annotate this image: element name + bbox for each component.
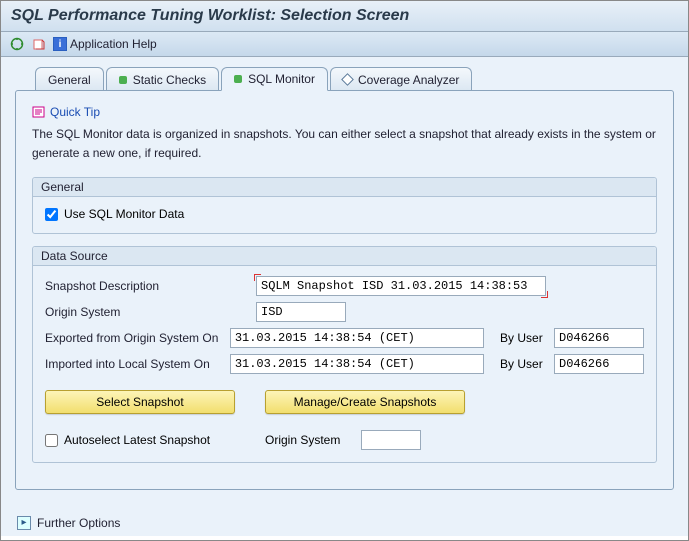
further-options-label: Further Options bbox=[37, 516, 120, 530]
further-options-toggle[interactable]: ▸ Further Options bbox=[17, 516, 120, 530]
group-data-source: Data Source Snapshot Description Origin … bbox=[32, 246, 657, 463]
application-help-label: Application Help bbox=[70, 37, 157, 51]
select-snapshot-button[interactable]: Select Snapshot bbox=[45, 390, 235, 414]
imported-on-label: Imported into Local System On bbox=[45, 357, 224, 371]
variant-icon[interactable] bbox=[31, 36, 47, 52]
tab-panel: Quick Tip The SQL Monitor data is organi… bbox=[15, 90, 674, 490]
tab-strip: General Static Checks SQL Monitor Covera… bbox=[35, 67, 674, 91]
origin-system-label: Origin System bbox=[45, 305, 250, 319]
imported-byuser-label: By User bbox=[500, 357, 548, 371]
tab-coverage-label: Coverage Analyzer bbox=[358, 73, 459, 87]
exported-byuser-label: By User bbox=[500, 331, 548, 345]
exported-on-input bbox=[230, 328, 484, 348]
content-area: General Static Checks SQL Monitor Covera… bbox=[1, 57, 688, 536]
snapshot-description-input[interactable] bbox=[256, 276, 546, 296]
execute-icon[interactable] bbox=[9, 36, 25, 52]
tab-coverage-analyzer[interactable]: Coverage Analyzer bbox=[330, 67, 472, 91]
diamond-icon bbox=[341, 73, 354, 86]
quick-tip-icon[interactable] bbox=[32, 105, 46, 119]
origin-system-input[interactable] bbox=[256, 302, 346, 322]
group-general: General Use SQL Monitor Data bbox=[32, 177, 657, 234]
page-title: SQL Performance Tuning Worklist: Selecti… bbox=[11, 7, 678, 25]
info-icon: i bbox=[53, 37, 67, 51]
status-icon bbox=[119, 76, 127, 84]
autoselect-label: Autoselect Latest Snapshot bbox=[64, 433, 259, 447]
group-general-title: General bbox=[33, 178, 656, 197]
tab-static-checks[interactable]: Static Checks bbox=[106, 67, 219, 91]
manage-snapshots-button[interactable]: Manage/Create Snapshots bbox=[265, 390, 465, 414]
imported-byuser-input bbox=[554, 354, 644, 374]
tab-general-label: General bbox=[48, 73, 91, 87]
tab-general[interactable]: General bbox=[35, 67, 104, 91]
expand-icon: ▸ bbox=[17, 516, 31, 530]
quick-tip-link[interactable]: Quick Tip bbox=[50, 105, 100, 119]
imported-on-input bbox=[230, 354, 484, 374]
title-bar: SQL Performance Tuning Worklist: Selecti… bbox=[1, 1, 688, 32]
snapshot-description-label: Snapshot Description bbox=[45, 279, 250, 293]
app-toolbar: i Application Help bbox=[1, 32, 688, 57]
tab-static-checks-label: Static Checks bbox=[133, 73, 206, 87]
tab-sql-monitor-label: SQL Monitor bbox=[248, 72, 315, 86]
quick-tip-text: The SQL Monitor data is organized in sna… bbox=[32, 125, 657, 163]
tab-sql-monitor[interactable]: SQL Monitor bbox=[221, 67, 328, 91]
exported-byuser-input bbox=[554, 328, 644, 348]
origin-system2-input[interactable] bbox=[361, 430, 421, 450]
origin-system2-label: Origin System bbox=[265, 433, 355, 447]
application-help-link[interactable]: i Application Help bbox=[53, 37, 157, 51]
app-window: SQL Performance Tuning Worklist: Selecti… bbox=[0, 0, 689, 541]
exported-on-label: Exported from Origin System On bbox=[45, 331, 224, 345]
autoselect-checkbox[interactable] bbox=[45, 434, 58, 447]
quick-tip-row: Quick Tip bbox=[32, 105, 657, 119]
use-sql-monitor-checkbox[interactable] bbox=[45, 208, 58, 221]
group-data-source-title: Data Source bbox=[33, 247, 656, 266]
use-sql-monitor-label: Use SQL Monitor Data bbox=[64, 207, 184, 221]
status-icon bbox=[234, 75, 242, 83]
